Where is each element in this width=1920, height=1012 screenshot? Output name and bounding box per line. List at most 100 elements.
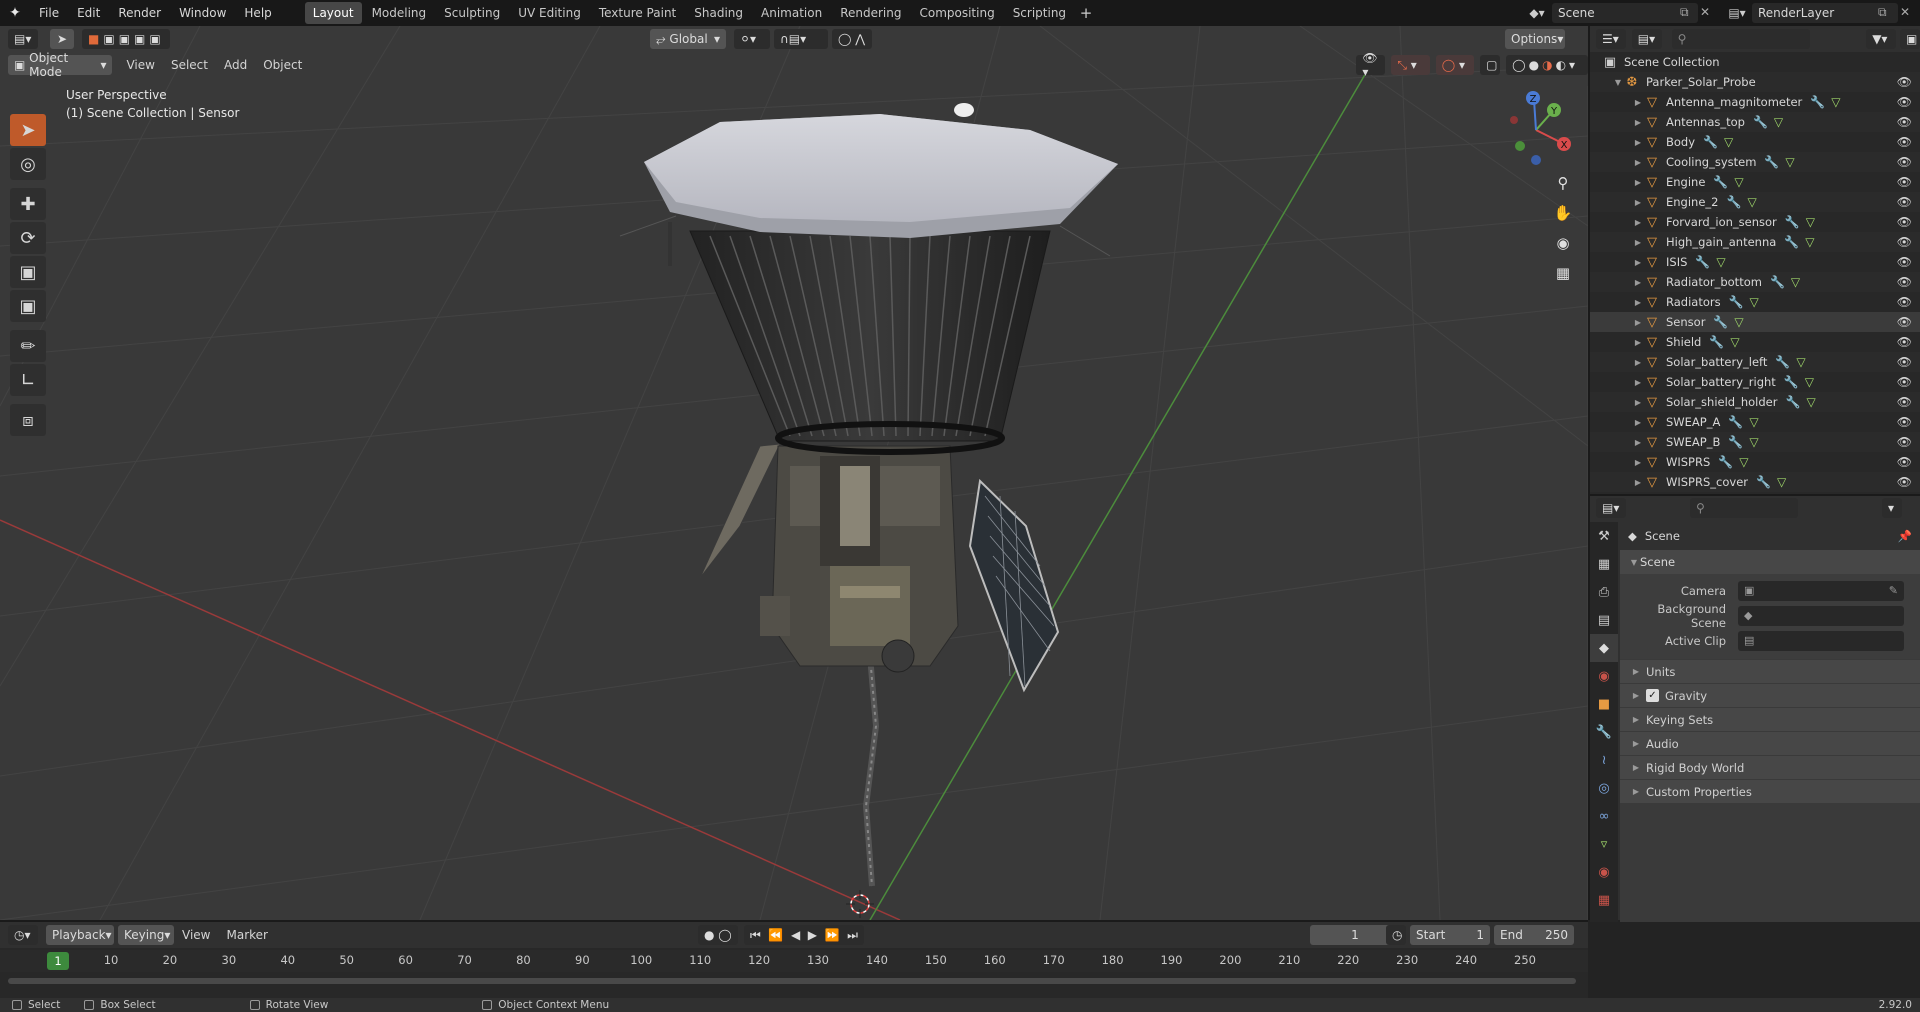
rigid-body-world-panel[interactable]: ▶ Rigid Body World [1620, 755, 1920, 779]
outliner-item[interactable]: ▶ ▽ High_gain_antenna 🔧 ▽ 👁 [1590, 232, 1920, 252]
delete-view-layer-icon[interactable]: ✕ [1900, 5, 1910, 19]
eye-icon[interactable]: 👁 [1897, 255, 1912, 269]
mesh-data-icon[interactable]: ▽ [1777, 475, 1786, 489]
modifier-wrench-icon[interactable]: 🔧 [1713, 315, 1728, 329]
expand-right-icon[interactable]: ▶ [1632, 198, 1644, 207]
eye-icon[interactable]: 👁 [1897, 335, 1912, 349]
mesh-data-icon[interactable]: ▽ [1805, 235, 1814, 249]
menu-help[interactable]: Help [235, 0, 280, 26]
perspective-toggle-icon[interactable]: ▦ [1550, 260, 1576, 286]
outliner-item[interactable]: ▶ ▽ Body 🔧 ▽ 👁 [1590, 132, 1920, 152]
eye-icon[interactable]: 👁 [1897, 175, 1912, 189]
modifier-wrench-icon[interactable]: 🔧 [1709, 335, 1724, 349]
properties-options-icon[interactable]: ▾ [1882, 498, 1902, 518]
object-mode-dropdown[interactable]: ▣ Object Mode ▾ [8, 51, 113, 79]
modifier-wrench-icon[interactable]: 🔧 [1784, 235, 1799, 249]
mesh-data-icon[interactable]: ▽ [1774, 115, 1783, 129]
menu-file[interactable]: File [30, 0, 68, 26]
view-layer-field[interactable]: RenderLayer [1752, 3, 1898, 23]
record-icon[interactable]: ● ◯ [698, 925, 738, 945]
outliner-item[interactable]: ▶ ▽ WISPRS_cover 🔧 ▽ 👁 [1590, 472, 1920, 492]
navigation-gizmo[interactable]: X Y Z [1496, 90, 1576, 170]
frame-ruler[interactable]: 1 10 20 30 40 50 60 70 80 90 100 110 120 130 140 150 160… [0, 950, 1588, 972]
eye-icon[interactable]: 👁 [1897, 155, 1912, 169]
outliner-item[interactable]: ▶ ▽ Sensor 🔧 ▽ 👁 [1590, 312, 1920, 332]
modifier-wrench-icon[interactable]: 🔧 [1713, 175, 1728, 189]
eye-icon[interactable]: 👁 [1897, 215, 1912, 229]
eye-icon[interactable]: 👁 [1897, 135, 1912, 149]
start-frame-field[interactable]: Start 1 [1410, 925, 1490, 945]
eye-icon[interactable]: 👁 [1897, 395, 1912, 409]
modifier-wrench-icon[interactable]: 🔧 [1729, 295, 1744, 309]
timeline-scrollbar[interactable] [8, 978, 1576, 984]
filter-icon[interactable]: ▼▾ [1866, 29, 1896, 49]
modifier-wrench-icon[interactable]: 🔧 [1756, 475, 1771, 489]
modifier-tab-icon[interactable]: 🔧 [1590, 718, 1618, 746]
outliner-item[interactable]: ▶ ▽ Solar_shield_holder 🔧 ▽ 👁 [1590, 392, 1920, 412]
gizmo-toggle-icon[interactable]: ⤡ ▾ [1391, 55, 1430, 75]
scale-tool-icon[interactable]: ▣ [10, 256, 46, 288]
scene-collection-row[interactable]: ▣ Scene Collection [1590, 52, 1920, 72]
expand-right-icon[interactable]: ▶ [1632, 158, 1644, 167]
view-layer-tab-icon[interactable]: ▤ [1590, 606, 1618, 634]
output-tab-icon[interactable]: ⎙ [1590, 578, 1618, 606]
annotate-tool-icon[interactable]: ✏ [10, 330, 46, 362]
modifier-wrench-icon[interactable]: 🔧 [1764, 155, 1779, 169]
units-panel[interactable]: ▶ Units [1620, 659, 1920, 683]
tab-rendering[interactable]: Rendering [832, 2, 909, 24]
next-keyframe-icon[interactable]: ⏩ [825, 928, 840, 942]
camera-field[interactable]: ▣ ✎ [1738, 580, 1904, 601]
select-extend-icon[interactable]: ▣ [103, 32, 114, 46]
tab-uv-editing[interactable]: UV Editing [510, 2, 589, 24]
rotate-tool-icon[interactable]: ⟳ [10, 222, 46, 254]
tab-texture-paint[interactable]: Texture Paint [591, 2, 684, 24]
expand-right-icon[interactable]: ▶ [1632, 398, 1644, 407]
modifier-wrench-icon[interactable]: 🔧 [1785, 395, 1800, 409]
pin-icon[interactable]: 📌 [1898, 529, 1912, 543]
expand-right-icon[interactable]: ▶ [1632, 118, 1644, 127]
expand-right-icon[interactable]: ▶ [1632, 238, 1644, 247]
eye-icon[interactable]: 👁 [1897, 455, 1912, 469]
outliner-item[interactable]: ▶ ▽ Antenna_magnitometer 🔧 ▽ 👁 [1590, 92, 1920, 112]
tab-layout[interactable]: Layout [304, 2, 362, 24]
eye-icon[interactable]: 👁 [1897, 435, 1912, 449]
modifier-wrench-icon[interactable]: 🔧 [1775, 355, 1790, 369]
cursor-tool-icon[interactable]: ◎ [10, 148, 46, 180]
mesh-data-icon[interactable]: ▽ [1739, 455, 1748, 469]
prev-keyframe-icon[interactable]: ⏪ [768, 928, 783, 942]
select-mode-buttons[interactable]: ■ ▣ ▣ ▣ ▣ [82, 29, 170, 49]
delete-scene-icon[interactable]: ✕ [1700, 5, 1710, 19]
mesh-data-icon[interactable]: ▽ [1724, 135, 1733, 149]
properties-search-input[interactable]: ⚲ [1690, 498, 1798, 518]
timeline-editor-type-icon[interactable]: ◷▾ [8, 925, 38, 945]
outliner-item[interactable]: ▶ ▽ ISIS 🔧 ▽ 👁 [1590, 252, 1920, 272]
custom-properties-panel[interactable]: ▶ Custom Properties [1620, 779, 1920, 803]
expand-right-icon[interactable]: ▶ [1632, 138, 1644, 147]
eye-icon[interactable]: 👁 [1897, 95, 1912, 109]
keying-sets-panel[interactable]: ▶ Keying Sets [1620, 707, 1920, 731]
menu-select[interactable]: Select [163, 58, 216, 72]
modifier-wrench-icon[interactable]: 🔧 [1770, 275, 1785, 289]
keying-dropdown[interactable]: Keying ▾ [118, 925, 174, 945]
menu-timeline-view[interactable]: View [174, 928, 218, 942]
mesh-data-icon[interactable]: ▽ [1785, 155, 1794, 169]
camera-view-icon[interactable]: ◉ [1550, 230, 1576, 256]
expand-right-icon[interactable]: ▶ [1632, 318, 1644, 327]
transform-orientation-dropdown[interactable]: ⥂ Global ▾ [650, 29, 726, 49]
eye-icon[interactable]: 👁 [1897, 115, 1912, 129]
modifier-wrench-icon[interactable]: 🔧 [1718, 455, 1733, 469]
rendered-shading-icon[interactable]: ◐ [1556, 58, 1566, 72]
gravity-panel[interactable]: ▶ ✓ Gravity [1620, 683, 1920, 707]
modifier-wrench-icon[interactable]: 🔧 [1784, 375, 1799, 389]
mesh-data-icon[interactable]: ▽ [1749, 415, 1758, 429]
outliner-item[interactable]: ▶ ▽ Engine 🔧 ▽ 👁 [1590, 172, 1920, 192]
tab-animation[interactable]: Animation [753, 2, 830, 24]
menu-edit[interactable]: Edit [68, 0, 109, 26]
mesh-data-icon[interactable]: ▽ [1716, 255, 1725, 269]
mesh-data-icon[interactable]: ▽ [1734, 175, 1743, 189]
audio-panel[interactable]: ▶ Audio [1620, 731, 1920, 755]
playback-dropdown[interactable]: Playback ▾ [46, 925, 114, 945]
mesh-data-icon[interactable]: ▽ [1749, 435, 1758, 449]
outliner-item[interactable]: ▶ ▽ Engine_2 🔧 ▽ 👁 [1590, 192, 1920, 212]
tab-scripting[interactable]: Scripting [1005, 2, 1074, 24]
